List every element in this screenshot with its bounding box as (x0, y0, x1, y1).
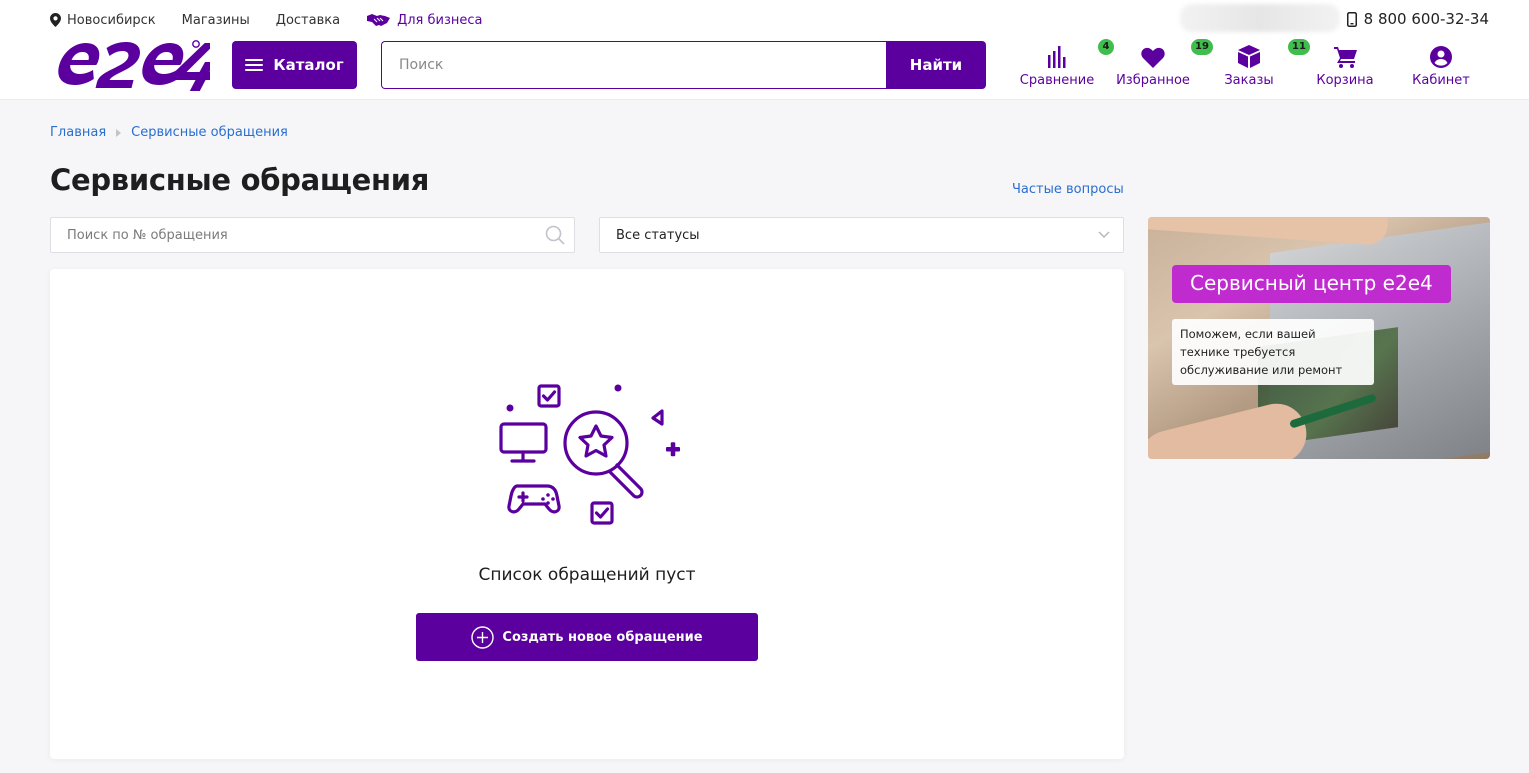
page-title: Сервисные обращения (50, 163, 430, 197)
faq-link[interactable]: Частые вопросы (1012, 182, 1124, 197)
business-link[interactable]: Для бизнеса (366, 13, 482, 28)
chevron-down-icon (1098, 231, 1110, 239)
empty-state-illustration (499, 384, 680, 525)
delivery-link[interactable]: Доставка (276, 13, 340, 28)
breadcrumb-current[interactable]: Сервисные обращения (131, 125, 288, 140)
box-icon (1238, 45, 1260, 68)
nav-compare[interactable]: 4 Сравнение (1012, 39, 1114, 92)
create-ticket-label: Создать новое обращение (502, 629, 703, 645)
heart-icon (1141, 47, 1165, 68)
cart-label: Корзина (1316, 73, 1374, 88)
phone-number[interactable]: 8 800 600-32-34 (1346, 10, 1489, 28)
status-select[interactable]: Все статусы (599, 217, 1124, 253)
phone-icon (1346, 11, 1357, 27)
location-icon (50, 13, 61, 27)
city-selector[interactable]: Новосибирск (50, 13, 156, 28)
nav-orders[interactable]: 11 Заказы (1204, 39, 1310, 92)
business-label: Для бизнеса (397, 12, 483, 28)
breadcrumb-separator (116, 128, 122, 137)
menu-icon (245, 56, 264, 74)
create-ticket-button[interactable]: Создать новое обращение (416, 613, 758, 661)
compare-label: Сравнение (1019, 73, 1095, 88)
banner-subtitle: Поможем, если вашей технике требуется об… (1172, 319, 1374, 385)
phone-label: 8 800 600-32-34 (1363, 10, 1489, 28)
user-icon (1430, 46, 1452, 68)
empty-state-text: Список обращений пуст (478, 565, 696, 585)
plus-circle-icon (471, 625, 495, 649)
account-label: Кабинет (1412, 73, 1470, 88)
catalog-label: Каталог (273, 56, 344, 74)
compare-icon (1048, 46, 1066, 68)
favorites-label: Избранное (1116, 73, 1190, 88)
handshake-icon (367, 14, 391, 26)
search-icon[interactable] (545, 225, 565, 245)
banner-title: Сервисный центр e2e4 (1172, 265, 1451, 303)
city-label: Новосибирск (67, 12, 156, 28)
breadcrumb-home[interactable]: Главная (50, 125, 106, 140)
ticket-search-field (50, 217, 575, 253)
site-header: Новосибирск Магазины Доставка Для бизнес… (0, 0, 1529, 100)
catalog-button[interactable]: Каталог (232, 41, 357, 89)
ticket-search-input[interactable] (51, 218, 545, 252)
e2e4-logo[interactable] (48, 38, 216, 94)
nav-account[interactable]: Кабинет (1396, 42, 1486, 92)
nav-cart[interactable]: Корзина (1300, 42, 1390, 92)
service-center-banner[interactable]: Сервисный центр e2e4 Поможем, если вашей… (1148, 217, 1490, 459)
nav-favorites[interactable]: 19 Избранное (1108, 39, 1213, 92)
global-search: Найти (381, 41, 986, 89)
breadcrumb: Главная Сервисные обращения (50, 125, 288, 140)
search-button[interactable]: Найти (886, 41, 986, 89)
status-select-value: Все статусы (616, 227, 700, 243)
cart-icon (1333, 47, 1357, 68)
blurred-user-info (1180, 4, 1340, 32)
banner-hand-image (1148, 397, 1313, 459)
search-input[interactable] (381, 41, 886, 89)
orders-label: Заказы (1224, 73, 1274, 88)
stores-link[interactable]: Магазины (182, 13, 250, 28)
tickets-panel: Список обращений пуст Создать новое обра… (50, 269, 1124, 759)
banner-hand-image (1148, 217, 1390, 247)
